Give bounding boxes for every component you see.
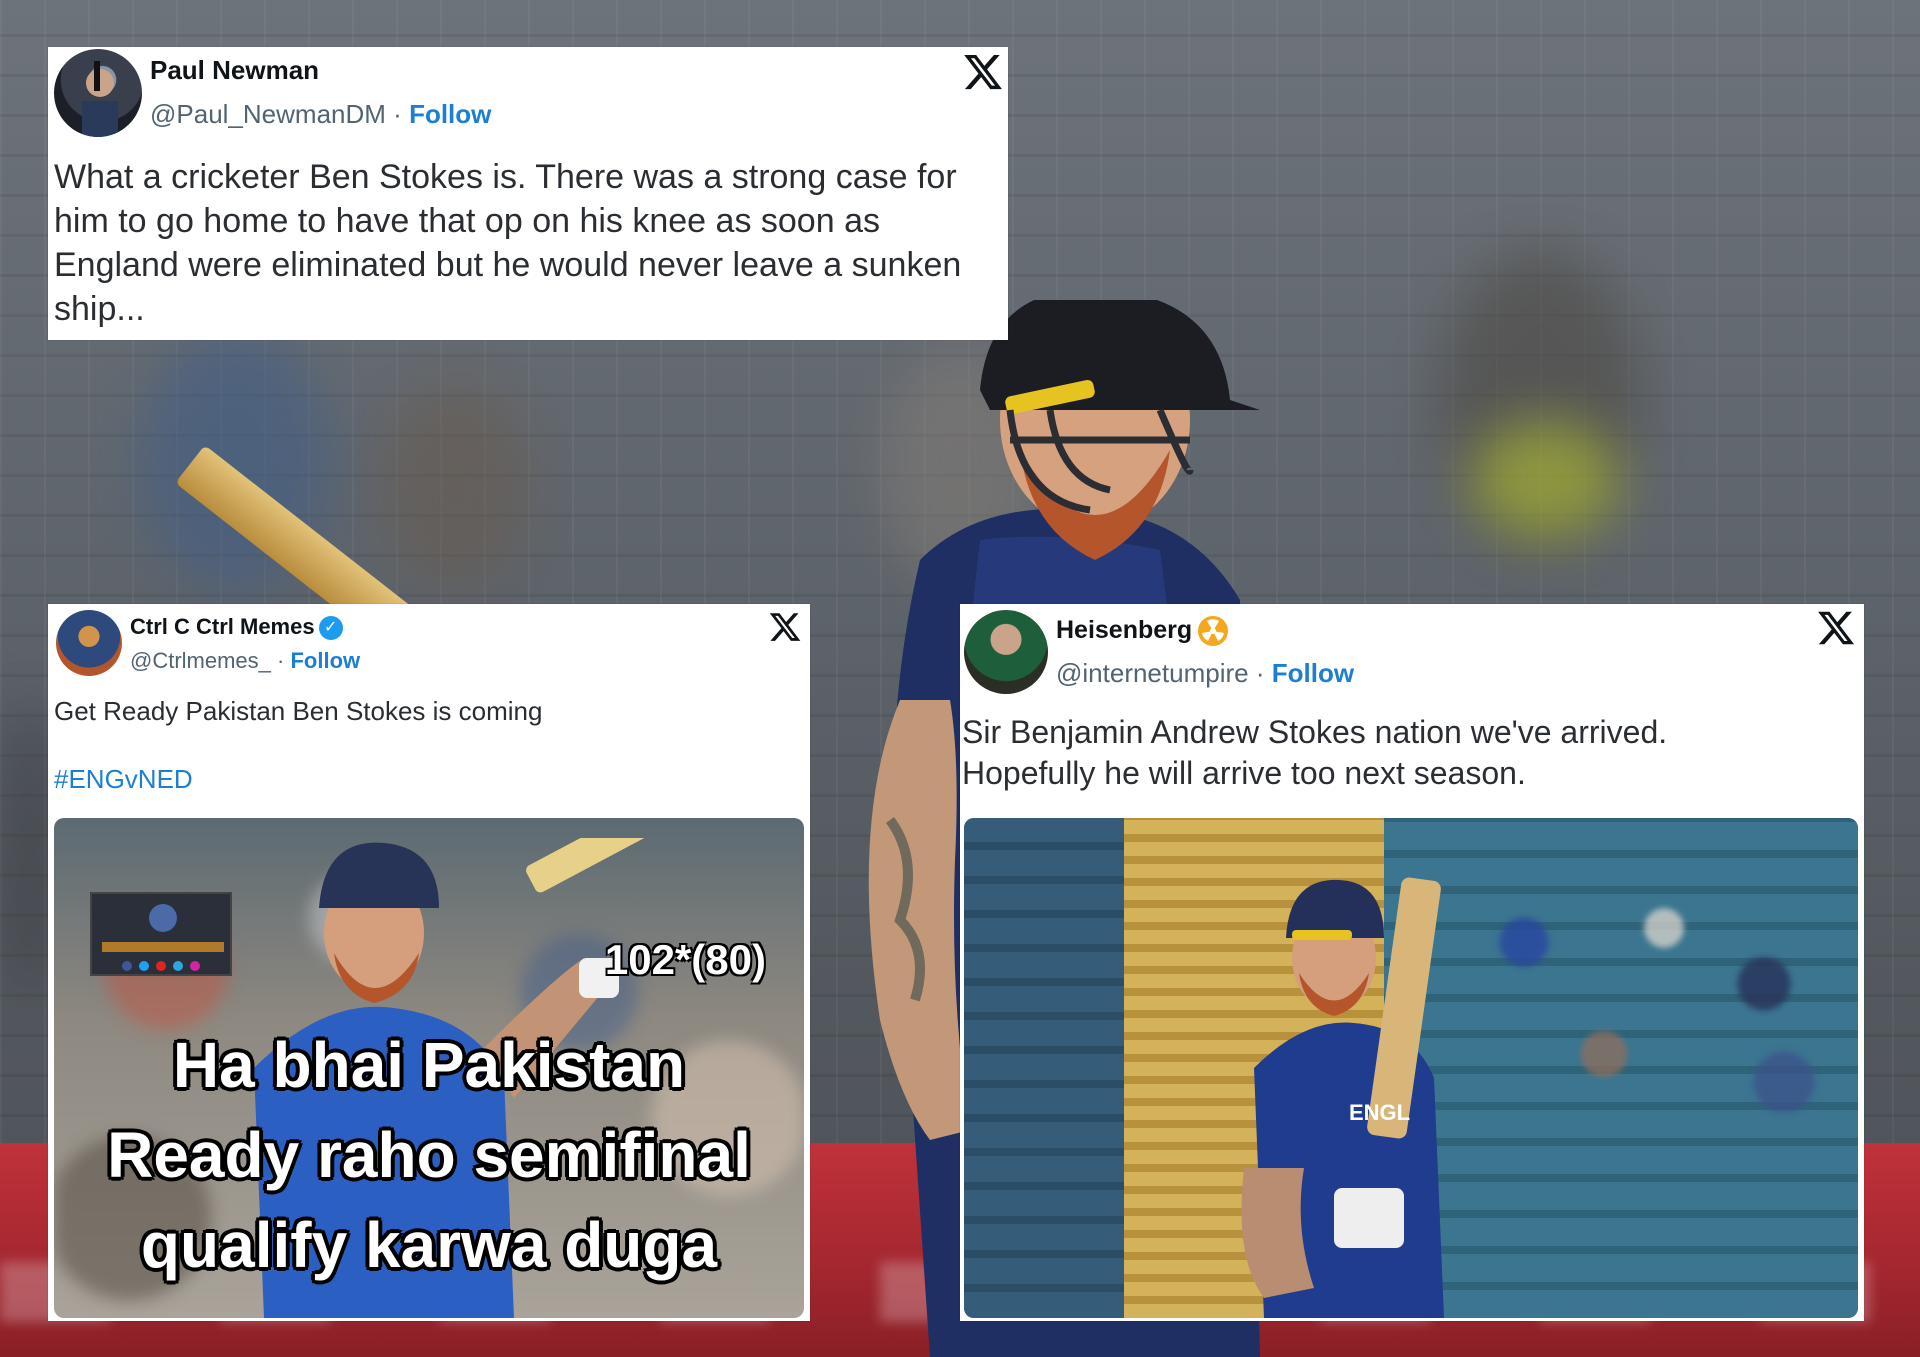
- hashtag-link[interactable]: #ENGvNED: [54, 764, 193, 795]
- meme-caption-line-3: qualify karwa duga: [140, 1209, 718, 1281]
- avatar[interactable]: [54, 49, 142, 137]
- player-image: [1241, 877, 1444, 1318]
- handle-line: @internetumpire · Follow: [1056, 658, 1354, 689]
- tweet-card-heisenberg[interactable]: Heisenberg @internetumpire · Follow Sir …: [960, 604, 1864, 1321]
- follow-button[interactable]: Follow: [290, 648, 360, 673]
- tweet-card-ctrl-memes[interactable]: Ctrl C Ctrl Memes ✓ @Ctrlmemes_ · Follow …: [48, 604, 810, 1321]
- author-name[interactable]: Ctrl C Ctrl Memes ✓: [130, 614, 343, 641]
- tweet-text: Get Ready Pakistan Ben Stokes is coming: [54, 696, 543, 726]
- tweet-media-image[interactable]: ENGL: [964, 818, 1858, 1318]
- meme-caption-line-2: Ready raho semifinal: [107, 1119, 751, 1191]
- avatar[interactable]: [56, 610, 122, 676]
- jersey-text: ENGL: [1349, 1100, 1411, 1125]
- author-name[interactable]: Paul Newman: [150, 55, 319, 86]
- follow-button[interactable]: Follow: [1272, 658, 1354, 688]
- handle-line: @Ctrlmemes_ · Follow: [130, 648, 360, 674]
- x-logo-icon[interactable]: [962, 51, 1004, 93]
- separator: ·: [1255, 658, 1265, 688]
- tweet-text: Sir Benjamin Andrew Stokes nation we've …: [962, 714, 1668, 791]
- separator: ·: [393, 99, 402, 129]
- watermark-logo: [90, 892, 232, 976]
- meme-caption-line-1: Ha bhai Pakistan: [172, 1029, 686, 1101]
- tweet-text: What a cricketer Ben Stokes is. There wa…: [54, 158, 962, 328]
- score-label: 102*(80): [604, 936, 766, 983]
- radioactive-icon: [1198, 616, 1229, 647]
- author-handle[interactable]: @internetumpire: [1056, 658, 1249, 688]
- verified-badge-icon: ✓: [318, 616, 343, 641]
- handle-line: @Paul_NewmanDM · Follow: [150, 99, 491, 130]
- follow-button[interactable]: Follow: [409, 99, 491, 129]
- author-name[interactable]: Heisenberg: [1056, 616, 1229, 647]
- avatar[interactable]: [964, 610, 1048, 694]
- x-logo-icon[interactable]: [1816, 608, 1856, 648]
- x-logo-icon[interactable]: [768, 610, 802, 644]
- tweet-card-paul-newman[interactable]: Paul Newman @Paul_NewmanDM · Follow What…: [48, 47, 1008, 340]
- separator: ·: [277, 648, 285, 673]
- tweet-media-image[interactable]: 102*(80) Ha bhai Pakistan Ready raho sem…: [54, 818, 804, 1318]
- author-handle[interactable]: @Paul_NewmanDM: [150, 99, 386, 129]
- author-handle[interactable]: @Ctrlmemes_: [130, 648, 271, 673]
